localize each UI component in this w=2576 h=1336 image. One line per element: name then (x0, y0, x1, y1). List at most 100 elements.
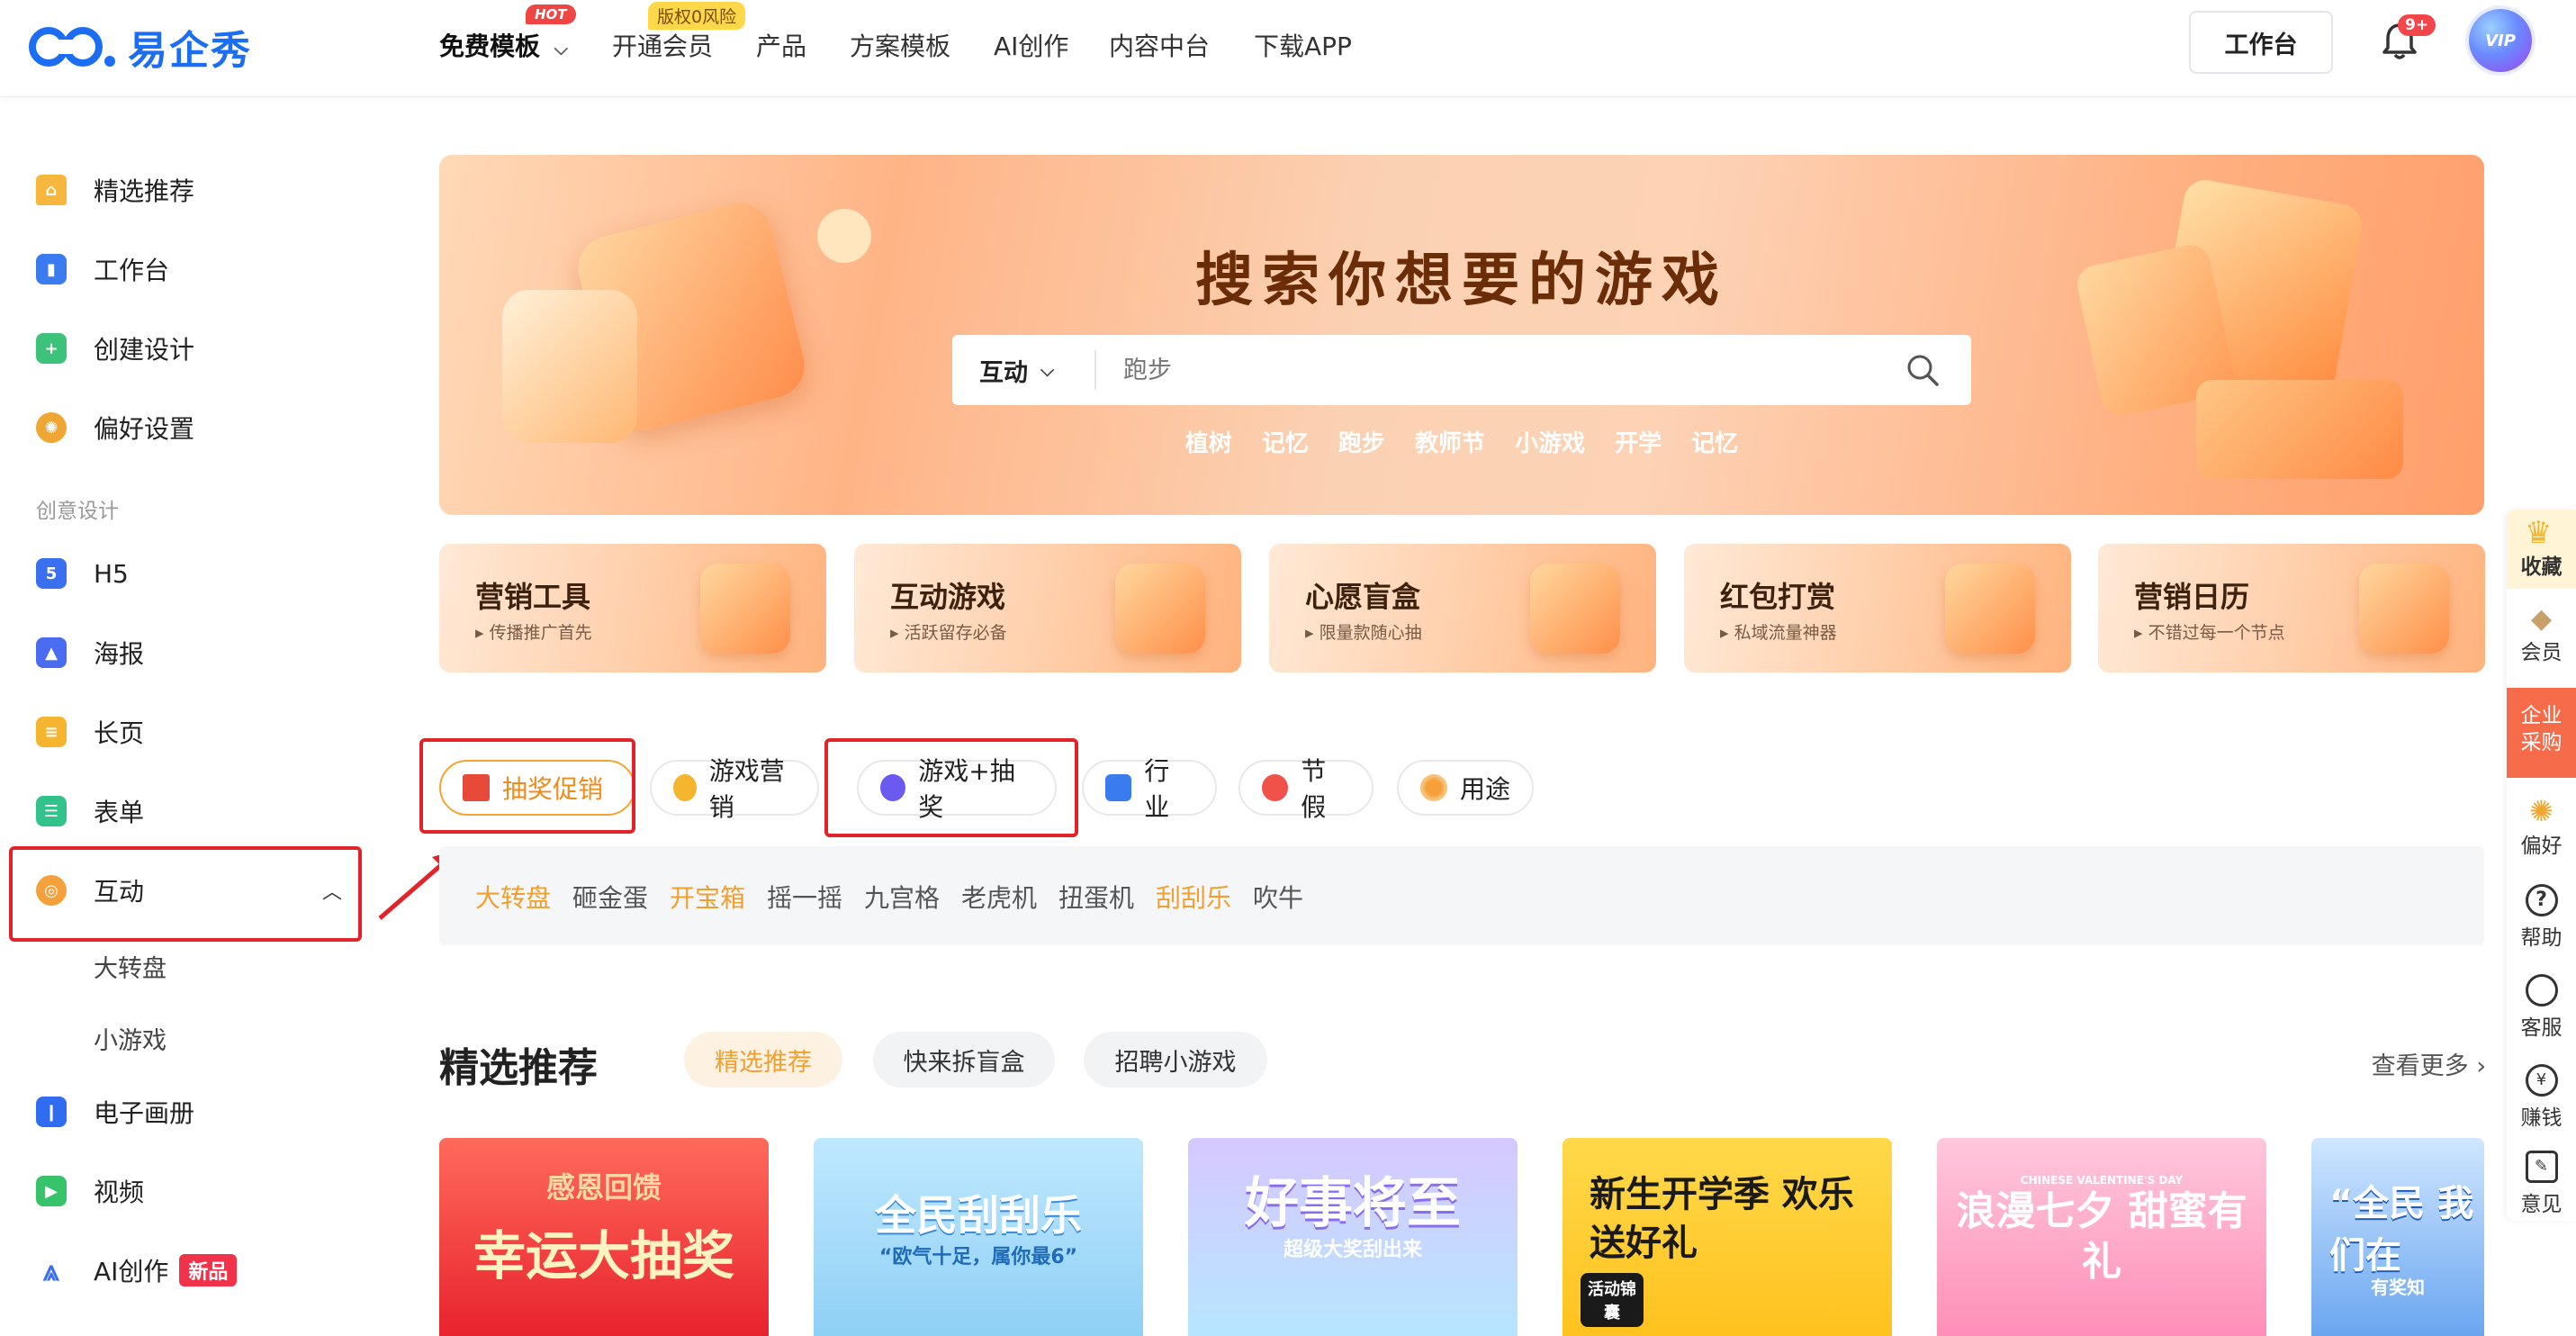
calendar-icon (2359, 564, 2449, 654)
sidebar-item-preferences[interactable]: ✺ 偏好设置 (36, 405, 194, 450)
subcategory-slot-machine[interactable]: 老虎机 (961, 879, 1037, 915)
rail-earn-money[interactable]: ¥ 赚钱 (2507, 1064, 2576, 1131)
edit-icon: ✎ (2525, 1151, 2558, 1183)
template-thumb-qixi[interactable]: 浪漫七夕 甜蜜有礼 CHINESE VALENTINE'S DAY (1937, 1138, 2266, 1336)
money-bag-icon: ¥ (2525, 1064, 2558, 1097)
subcategory-wheel[interactable]: 大转盘 (475, 879, 551, 915)
sidebar-item-form[interactable]: ☰ 表单 (36, 789, 144, 834)
hot-search-words: 植树 记忆 跑步 教师节 小游戏 开学 记忆 (439, 425, 2484, 458)
hot-word[interactable]: 记忆 (1691, 430, 1738, 457)
subcategory-scratch-card[interactable]: 刮刮乐 (1156, 879, 1231, 915)
plus-icon: + (36, 333, 67, 364)
template-thumb-scratch[interactable]: 全民刮刮乐 “欧气十足，属你最6” (814, 1138, 1143, 1336)
rail-membership[interactable]: ◆ 会员 (2507, 603, 2576, 665)
tab-recruit-games[interactable]: 招聘小游戏 (1084, 1032, 1267, 1088)
subcategory-bar: 大转盘 砸金蛋 开宝箱 摇一摇 九宫格 老虎机 扭蛋机 刮刮乐 吹牛 (439, 846, 2484, 945)
workbench-button[interactable]: 工作台 (2189, 11, 2333, 74)
nav-content-center[interactable]: 内容中台 (1109, 27, 1210, 63)
subcategory-gashapon[interactable]: 扭蛋机 (1058, 879, 1134, 915)
top-navbar: 易企秀 免费模板 ⌵ HOT 开通会员 版权0风险 产品 方案模板 AI创作 内… (0, 0, 2576, 97)
template-thumb-lucky-draw[interactable]: 感恩回馈 幸运大抽奖 (439, 1138, 769, 1336)
hot-word[interactable]: 教师节 (1415, 430, 1485, 457)
hot-word[interactable]: 植树 (1185, 430, 1232, 457)
sidebar-subitem-minigame[interactable]: 小游戏 (94, 1021, 167, 1056)
h5-icon: 5 (36, 558, 67, 589)
diamond-icon: ◆ (2530, 603, 2553, 635)
hot-word[interactable]: 小游戏 (1515, 430, 1585, 457)
sidebar-item-poster[interactable]: ▲ 海报 (36, 630, 144, 675)
hero-banner: 搜索你想要的游戏 互动 ⌵ 植树 记忆 跑步 教师节 小游戏 开学 记忆 (439, 155, 2484, 515)
chart-board-icon (700, 564, 790, 654)
hot-word[interactable]: 记忆 (1262, 430, 1309, 457)
subcategory-nine-grid[interactable]: 九宫格 (864, 879, 940, 915)
feature-card-marketing-tools[interactable]: 营销工具 ▸ 传播推广首先 (439, 544, 826, 673)
feature-card-red-packet[interactable]: 红包打赏 ▸ 私域流量神器 (1684, 544, 2071, 673)
headset-icon (2525, 974, 2558, 1007)
nav-products[interactable]: 产品 (756, 27, 806, 63)
chevron-down-icon: ⌵ (1040, 359, 1055, 381)
avatar[interactable]: VIP (2469, 9, 2532, 72)
banner-title: 搜索你想要的游戏 (1195, 248, 1728, 314)
image-icon: ▲ (36, 637, 67, 668)
template-thumb-back-to-school[interactable]: 新生开学季 欢乐送好礼 活动锦囊 (1563, 1138, 1892, 1336)
search-input[interactable] (1123, 356, 1843, 384)
gear-icon: ✺ (2529, 794, 2553, 828)
sidebar-item-workbench[interactable]: ▮ 工作台 (36, 247, 169, 292)
sidebar-item-long-page[interactable]: ≡ 长页 (36, 709, 144, 754)
grid-dots-icon (1420, 774, 1447, 801)
pacman-icon (673, 774, 697, 801)
tab-blind-box[interactable]: 快来拆盲盒 (873, 1032, 1055, 1088)
sidebar-item-ai-create[interactable]: ⩓ AI创作 新品 (36, 1248, 238, 1293)
sidebar-item-featured[interactable]: ⌂ 精选推荐 (36, 167, 194, 212)
sidebar-item-video[interactable]: ▶ 视频 (36, 1169, 144, 1214)
chevron-down-icon: ⌵ (554, 38, 568, 59)
hot-word[interactable]: 跑步 (1338, 430, 1385, 457)
rail-preferences[interactable]: ✺ 偏好 (2507, 794, 2576, 859)
ai-triangle-icon: ⩓ (42, 1252, 60, 1287)
red-envelope-icon (1945, 564, 2035, 654)
section-title-featured: 精选推荐 (439, 1045, 598, 1091)
sidebar-item-h5[interactable]: 5 H5 (36, 551, 129, 596)
search-category-select[interactable]: 互动 ⌵ (952, 350, 1096, 390)
play-icon: ▶ (36, 1176, 67, 1206)
logo[interactable]: 易企秀 (27, 18, 252, 76)
nav-ai-create[interactable]: AI创作 (994, 27, 1068, 63)
logo-mark-icon (29, 27, 115, 67)
risk-badge: 版权0风险 (648, 2, 746, 30)
template-thumb-all-people[interactable]: “全民 我们在 有奖知 (2311, 1138, 2484, 1336)
subcategory-shake[interactable]: 摇一摇 (767, 879, 842, 915)
rail-customer-service[interactable]: 客服 (2507, 974, 2576, 1041)
sidebar-item-ebook[interactable]: ❙ 电子画册 (36, 1089, 194, 1134)
highlight-box-lottery (419, 738, 635, 834)
sidebar-section-label: 创意设计 (36, 500, 119, 523)
subcategory-treasure-box[interactable]: 开宝箱 (670, 879, 745, 915)
rail-help[interactable]: ? 帮助 (2507, 884, 2576, 951)
hot-word[interactable]: 开学 (1615, 430, 1662, 457)
nav-solution-templates[interactable]: 方案模板 (850, 27, 950, 63)
briefcase-icon (1105, 774, 1132, 801)
category-pill-industry[interactable]: 行业 (1082, 756, 1217, 822)
feature-card-interactive-games[interactable]: 互动游戏 ▸ 活跃留存必备 (854, 544, 1241, 673)
feature-card-blind-box[interactable]: 心愿盲盒 ▸ 限量款随心抽 (1269, 544, 1656, 673)
book-icon: ❙ (36, 1097, 67, 1127)
nav-membership[interactable]: 开通会员 (612, 27, 713, 63)
tab-featured[interactable]: 精选推荐 (684, 1032, 842, 1088)
sidebar-subitem-wheel[interactable]: 大转盘 (94, 949, 167, 984)
gear-icon: ✺ (36, 412, 67, 443)
nav-free-templates[interactable]: 免费模板 ⌵ (439, 27, 568, 63)
template-thumb-good-luck[interactable]: 好事将至 超级大奖刮出来 (1188, 1138, 1518, 1336)
rail-enterprise-purchase[interactable]: 企业采购 (2507, 688, 2576, 778)
subcategory-brag[interactable]: 吹牛 (1253, 879, 1303, 915)
sidebar-item-create-design[interactable]: + 创建设计 (36, 326, 194, 371)
feature-card-marketing-calendar[interactable]: 营销日历 ▸ 不错过每一个节点 (2098, 544, 2485, 673)
category-pill-purpose[interactable]: 用途 (1397, 760, 1534, 816)
category-pill-holiday[interactable]: 节假 (1238, 756, 1374, 822)
subcategory-golden-egg[interactable]: 砸金蛋 (572, 879, 648, 915)
right-floating-rail: ♛ 收藏 ◆ 会员 企业采购 ✺ 偏好 ? 帮助 客服 ¥ 赚钱 ✎ 意见 (2507, 510, 2576, 1221)
rail-favorite[interactable]: ♛ 收藏 (2507, 510, 2576, 589)
search-icon[interactable] (1905, 352, 1941, 388)
category-pill-game-marketing[interactable]: 游戏营销 (650, 756, 819, 822)
view-more-link[interactable]: 查看更多 › (2372, 1046, 2486, 1081)
rail-feedback[interactable]: ✎ 意见 (2507, 1151, 2576, 1217)
nav-download-app[interactable]: 下载APP (1254, 27, 1352, 63)
